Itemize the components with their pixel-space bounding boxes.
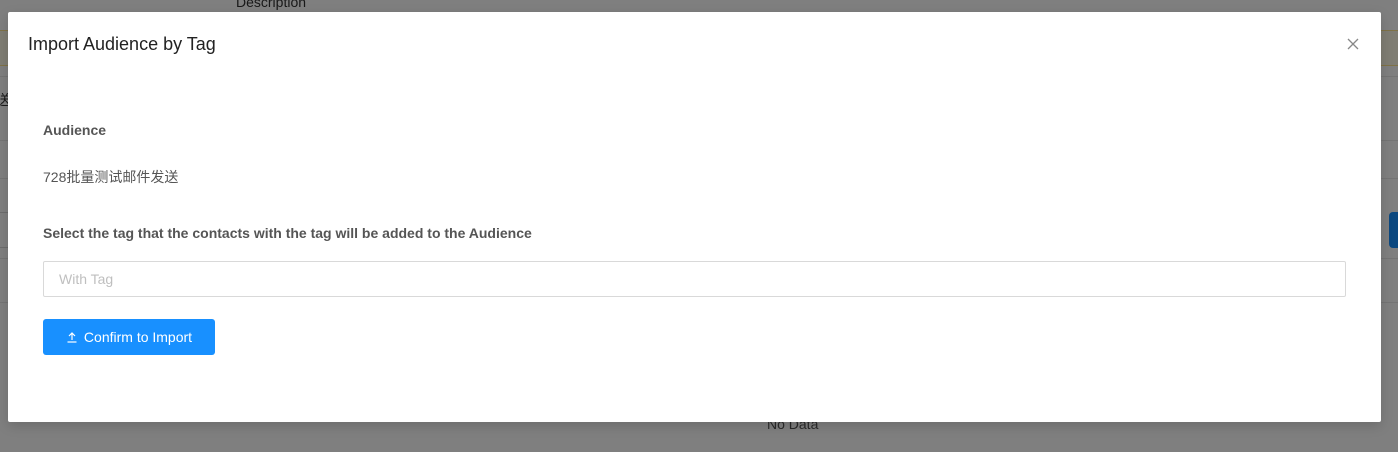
upload-icon bbox=[66, 331, 78, 343]
audience-value: 728批量测试邮件发送 bbox=[43, 169, 179, 185]
close-icon[interactable] bbox=[1345, 36, 1361, 52]
audience-label: Audience bbox=[43, 122, 107, 138]
confirm-import-button[interactable]: Confirm to Import bbox=[43, 319, 215, 355]
tag-select-input[interactable] bbox=[43, 261, 1346, 297]
confirm-import-label: Confirm to Import bbox=[83, 329, 193, 345]
tag-select-label: Select the tag that the contacts with th… bbox=[43, 225, 532, 241]
import-audience-modal: Import Audience by Tag Audience 728批量测试邮… bbox=[8, 12, 1381, 422]
modal-title: Import Audience by Tag bbox=[28, 34, 216, 54]
